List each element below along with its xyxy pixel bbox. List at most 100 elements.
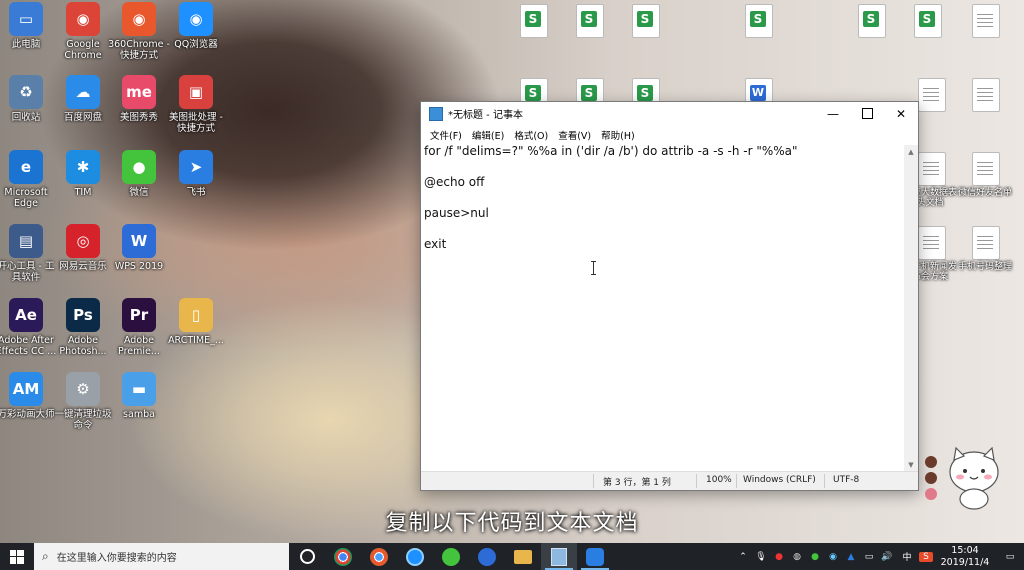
text-file-icon[interactable] bbox=[972, 226, 1000, 260]
start-button[interactable] bbox=[0, 543, 34, 570]
window-title: *无标题 - 记事本 bbox=[448, 110, 523, 121]
desktop-icon[interactable]: ◉ Google Chrome bbox=[52, 2, 114, 61]
taskbar-app-wechat[interactable] bbox=[433, 543, 469, 570]
menu-format[interactable]: 格式(O) bbox=[509, 128, 553, 142]
float-button-1[interactable] bbox=[925, 456, 937, 468]
desktop-icon[interactable]: ▬ samba bbox=[108, 372, 170, 420]
speaker-icon[interactable]: 🔊 bbox=[879, 552, 895, 562]
menu-edit[interactable]: 编辑(E) bbox=[467, 128, 509, 142]
spreadsheet-file-icon[interactable] bbox=[745, 4, 773, 38]
spreadsheet-file-icon[interactable] bbox=[858, 4, 886, 38]
float-button-2[interactable] bbox=[925, 472, 937, 484]
editor-line: pause>nul bbox=[424, 206, 489, 220]
desktop-icon-label: Adobe After Effects CC ... bbox=[0, 335, 57, 357]
vertical-scrollbar[interactable]: ▲ ▼ bbox=[904, 145, 918, 472]
desktop-icon[interactable]: ▭ 此电脑 bbox=[0, 2, 57, 50]
maximize-button[interactable] bbox=[850, 102, 884, 125]
desktop-icon[interactable]: ▣ 美图批处理 - 快捷方式 bbox=[165, 75, 227, 134]
taskbar-app-360chrome[interactable] bbox=[361, 543, 397, 570]
desktop-icon[interactable]: Ps Adobe Photosh... bbox=[52, 298, 114, 357]
desktop-icon[interactable]: ◉ 360Chrome - 快捷方式 bbox=[108, 2, 170, 61]
task-view-button[interactable] bbox=[289, 543, 325, 570]
sogou-ime-icon[interactable]: S bbox=[919, 551, 933, 562]
text-file-icon[interactable] bbox=[918, 78, 946, 112]
text-file-icon[interactable] bbox=[972, 4, 1000, 38]
desktop-icon[interactable]: W WPS 2019 bbox=[108, 224, 170, 272]
text-file-icon[interactable] bbox=[972, 152, 1000, 186]
desktop-icon[interactable]: Pr Adobe Premie... bbox=[108, 298, 170, 357]
text-file-icon[interactable] bbox=[918, 152, 946, 186]
menu-help[interactable]: 帮助(H) bbox=[596, 128, 640, 142]
desktop-icon[interactable]: ▯ ARCTIME_... bbox=[165, 298, 227, 346]
desktop-app-icon: me bbox=[122, 75, 156, 109]
zoom-level: 100% bbox=[706, 475, 732, 485]
desktop-icon[interactable]: ➤ 飞书 bbox=[165, 150, 227, 198]
notepad-window[interactable]: *无标题 - 记事本 — ✕ 文件(F) 编辑(E) 格式(O) 查看(V) 帮… bbox=[420, 101, 919, 491]
desktop-icon[interactable]: Ae Adobe After Effects CC ... bbox=[0, 298, 57, 357]
desktop-app-icon: W bbox=[122, 224, 156, 258]
record-icon[interactable]: ● bbox=[771, 552, 787, 562]
desktop-icon[interactable]: ✱ TIM bbox=[52, 150, 114, 198]
scroll-up-icon[interactable]: ▲ bbox=[904, 145, 918, 159]
desktop-icon-label: 网易云音乐 bbox=[59, 261, 107, 272]
tray-feishu-icon[interactable]: ▲ bbox=[843, 552, 859, 562]
system-clock[interactable]: 15:04 2019/11/4 bbox=[934, 545, 996, 569]
desktop-icon[interactable]: ◉ QQ浏览器 bbox=[165, 2, 227, 50]
wechat-icon bbox=[442, 547, 460, 566]
task-view-icon bbox=[299, 549, 315, 564]
taskbar-app-file-explorer[interactable] bbox=[505, 543, 541, 570]
wps-icon bbox=[478, 547, 496, 566]
desktop-file-label: 微信好友名单 bbox=[957, 188, 1012, 198]
desktop-app-icon: ● bbox=[122, 150, 156, 184]
taskbar-app-wps[interactable] bbox=[469, 543, 505, 570]
desktop-icon[interactable]: ☁ 百度网盘 bbox=[52, 75, 114, 123]
taskbar-app-notepad[interactable] bbox=[541, 543, 577, 570]
text-editor-area[interactable]: for /f "delims=?" %%a in ('dir /a /b') d… bbox=[421, 145, 904, 472]
notepad-title-bar[interactable]: *无标题 - 记事本 — ✕ bbox=[421, 102, 918, 125]
taskbar-app-qq-browser[interactable] bbox=[397, 543, 433, 570]
video-subtitle: 复制以下代码到文本文档 bbox=[385, 511, 639, 536]
float-button-3[interactable] bbox=[925, 488, 937, 500]
desktop-icon[interactable]: AM 万彩动画大师 bbox=[0, 372, 57, 420]
desktop-icon[interactable]: me 美图秀秀 bbox=[108, 75, 170, 123]
desktop-icon[interactable]: ▤ 开心工具 - 工具软件 bbox=[0, 224, 57, 283]
desktop-app-icon: Ae bbox=[9, 298, 43, 332]
text-file-icon[interactable] bbox=[918, 226, 946, 260]
ime-indicator[interactable]: 中 bbox=[897, 550, 917, 563]
network-icon[interactable]: ▭ bbox=[861, 552, 877, 562]
desktop-icon[interactable]: ● 微信 bbox=[108, 150, 170, 198]
desktop-icon-label: Google Chrome bbox=[64, 39, 102, 61]
taskbar-app-chrome[interactable] bbox=[325, 543, 361, 570]
notepad-app-icon bbox=[429, 106, 443, 121]
menu-view[interactable]: 查看(V) bbox=[553, 128, 596, 142]
scroll-down-icon[interactable]: ▼ bbox=[904, 458, 918, 472]
chevron-up-icon[interactable]: ⌃ bbox=[735, 552, 751, 562]
desktop-icon-label: Microsoft Edge bbox=[4, 187, 48, 209]
cat-mascot-icon[interactable] bbox=[946, 446, 1002, 510]
desktop-icon-label: Adobe Premie... bbox=[118, 335, 160, 357]
desktop-icon-label: 回收站 bbox=[11, 112, 41, 123]
search-icon: ⌕ bbox=[42, 549, 49, 563]
desktop-icon-label: 微信 bbox=[129, 187, 149, 198]
menu-file[interactable]: 文件(F) bbox=[425, 128, 467, 142]
taskbar-search-box[interactable]: ⌕ 在这里输入你要搜索的内容 bbox=[34, 543, 289, 570]
desktop-icon[interactable]: ⚙ 一键清理垃圾命令 bbox=[52, 372, 114, 431]
spreadsheet-file-icon[interactable] bbox=[576, 4, 604, 38]
text-file-icon[interactable] bbox=[972, 78, 1000, 112]
spreadsheet-file-icon[interactable] bbox=[520, 4, 548, 38]
clock-time: 15:04 bbox=[951, 544, 979, 556]
desktop-icon[interactable]: ◎ 网易云音乐 bbox=[52, 224, 114, 272]
desktop-icon-label: Adobe Photosh... bbox=[59, 335, 107, 357]
taskbar-app-feishu[interactable] bbox=[577, 543, 613, 570]
close-button[interactable]: ✕ bbox=[884, 102, 918, 125]
tray-wechat-icon[interactable]: ● bbox=[807, 552, 823, 562]
tray-app-icon[interactable]: ◍ bbox=[789, 552, 805, 562]
spreadsheet-file-icon[interactable] bbox=[914, 4, 942, 38]
desktop-icon[interactable]: ♻ 回收站 bbox=[0, 75, 57, 123]
microphone-icon[interactable]: 🎙 bbox=[753, 552, 769, 562]
minimize-button[interactable]: — bbox=[816, 102, 850, 125]
notification-icon[interactable]: ▭ bbox=[997, 552, 1023, 562]
spreadsheet-file-icon[interactable] bbox=[632, 4, 660, 38]
tray-qq-icon[interactable]: ◉ bbox=[825, 552, 841, 562]
desktop-icon[interactable]: e Microsoft Edge bbox=[0, 150, 57, 209]
